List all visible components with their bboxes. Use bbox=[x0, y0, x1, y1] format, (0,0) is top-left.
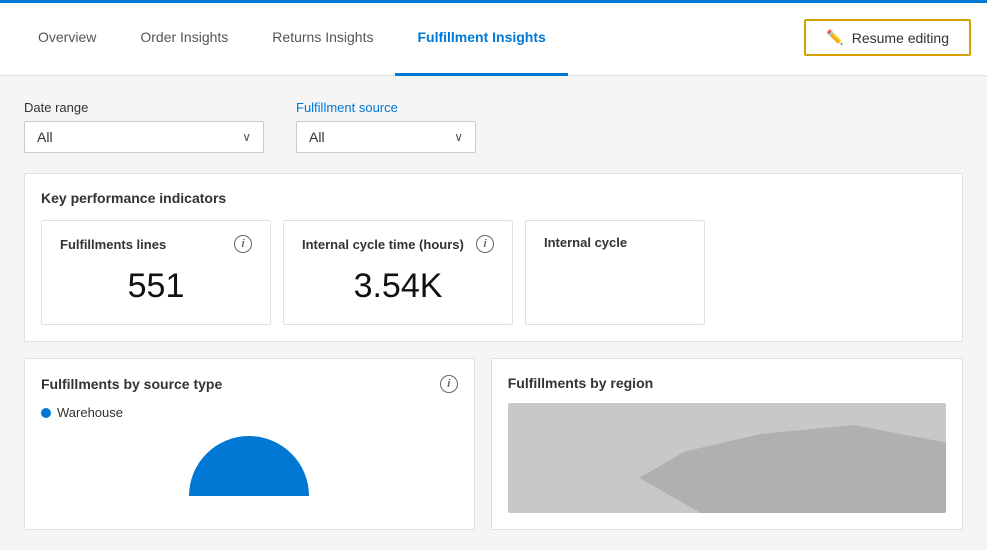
kpi-card-value-1: 551 bbox=[60, 263, 252, 310]
chart-card-region: Fulfillments by region bbox=[491, 358, 963, 530]
kpi-card-title-2: Internal cycle time (hours) bbox=[302, 237, 464, 252]
info-icon-2[interactable]: i bbox=[476, 235, 494, 253]
top-nav: Overview Order Insights Returns Insights… bbox=[0, 0, 987, 76]
bottom-charts-row: Fulfillments by source type i Warehouse … bbox=[24, 358, 963, 530]
tab-order-insights[interactable]: Order Insights bbox=[118, 0, 250, 76]
date-range-filter: Date range All ∨ bbox=[24, 100, 264, 153]
pie-chart-visual bbox=[189, 436, 309, 496]
fulfillment-source-filter: Fulfillment source All ∨ bbox=[296, 100, 476, 153]
chart-region-header: Fulfillments by region bbox=[508, 375, 946, 391]
chart-region-title: Fulfillments by region bbox=[508, 375, 653, 391]
info-icon-source-chart[interactable]: i bbox=[440, 375, 458, 393]
fulfillment-source-label: Fulfillment source bbox=[296, 100, 476, 115]
chevron-down-icon: ∨ bbox=[242, 130, 251, 144]
source-legend-warehouse: Warehouse bbox=[41, 405, 458, 420]
map-visualization bbox=[508, 403, 946, 513]
tab-fulfillment-insights[interactable]: Fulfillment Insights bbox=[395, 0, 567, 76]
resume-editing-button[interactable]: ✏️ Resume editing bbox=[804, 19, 971, 56]
date-range-select[interactable]: All ∨ bbox=[24, 121, 264, 153]
chart-source-header: Fulfillments by source type i bbox=[41, 375, 458, 393]
kpi-card-cycle-time: Internal cycle time (hours) i 3.54K bbox=[283, 220, 513, 325]
main-content: Date range All ∨ Fulfillment source All … bbox=[0, 76, 987, 530]
kpi-card-header-1: Fulfillments lines i bbox=[60, 235, 252, 253]
tab-returns-insights[interactable]: Returns Insights bbox=[250, 0, 395, 76]
kpi-card-title-3: Internal cycle bbox=[544, 235, 627, 250]
kpi-card-fulfillment-lines: Fulfillments lines i 551 bbox=[41, 220, 271, 325]
kpi-card-header-3: Internal cycle bbox=[544, 235, 686, 250]
kpi-section-title: Key performance indicators bbox=[41, 190, 946, 206]
chart-source-title: Fulfillments by source type bbox=[41, 376, 222, 392]
legend-dot-warehouse bbox=[41, 408, 51, 418]
info-icon-1[interactable]: i bbox=[234, 235, 252, 253]
kpi-card-title-1: Fulfillments lines bbox=[60, 237, 166, 252]
kpi-card-value-2: 3.54K bbox=[302, 263, 494, 310]
date-range-label: Date range bbox=[24, 100, 264, 115]
map-shape-visual bbox=[639, 425, 946, 513]
fulfillment-source-select[interactable]: All ∨ bbox=[296, 121, 476, 153]
kpi-card-header-2: Internal cycle time (hours) i bbox=[302, 235, 494, 253]
chart-card-source-type: Fulfillments by source type i Warehouse bbox=[24, 358, 475, 530]
kpi-cards-row: Fulfillments lines i 551 Internal cycle … bbox=[41, 220, 946, 325]
kpi-section: Key performance indicators Fulfillments … bbox=[24, 173, 963, 342]
pie-chart-area bbox=[41, 428, 458, 496]
chevron-down-icon-2: ∨ bbox=[454, 130, 463, 144]
filters-row: Date range All ∨ Fulfillment source All … bbox=[24, 100, 963, 153]
pencil-icon: ✏️ bbox=[826, 29, 843, 46]
kpi-card-internal-cycle: Internal cycle bbox=[525, 220, 705, 325]
tab-overview[interactable]: Overview bbox=[16, 0, 118, 76]
